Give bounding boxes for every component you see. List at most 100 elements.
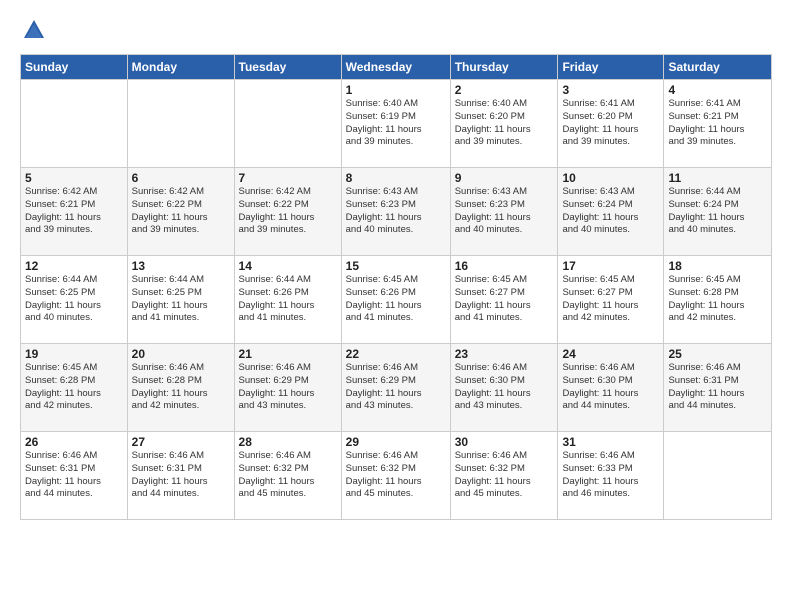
calendar-cell: 10Sunrise: 6:43 AM Sunset: 6:24 PM Dayli… — [558, 168, 664, 256]
calendar-week-row: 1Sunrise: 6:40 AM Sunset: 6:19 PM Daylig… — [21, 80, 772, 168]
day-info: Sunrise: 6:46 AM Sunset: 6:32 PM Dayligh… — [239, 450, 337, 501]
day-info: Sunrise: 6:46 AM Sunset: 6:30 PM Dayligh… — [455, 362, 554, 413]
day-number: 21 — [239, 347, 337, 361]
day-info: Sunrise: 6:43 AM Sunset: 6:23 PM Dayligh… — [455, 186, 554, 237]
weekday-header-wednesday: Wednesday — [341, 55, 450, 80]
day-info: Sunrise: 6:40 AM Sunset: 6:19 PM Dayligh… — [346, 98, 446, 149]
day-info: Sunrise: 6:41 AM Sunset: 6:21 PM Dayligh… — [668, 98, 767, 149]
calendar-cell: 20Sunrise: 6:46 AM Sunset: 6:28 PM Dayli… — [127, 344, 234, 432]
day-info: Sunrise: 6:44 AM Sunset: 6:24 PM Dayligh… — [668, 186, 767, 237]
calendar-cell: 2Sunrise: 6:40 AM Sunset: 6:20 PM Daylig… — [450, 80, 558, 168]
weekday-header-saturday: Saturday — [664, 55, 772, 80]
calendar: SundayMondayTuesdayWednesdayThursdayFrid… — [20, 54, 772, 520]
calendar-cell: 18Sunrise: 6:45 AM Sunset: 6:28 PM Dayli… — [664, 256, 772, 344]
calendar-cell: 28Sunrise: 6:46 AM Sunset: 6:32 PM Dayli… — [234, 432, 341, 520]
day-info: Sunrise: 6:43 AM Sunset: 6:24 PM Dayligh… — [562, 186, 659, 237]
day-info: Sunrise: 6:46 AM Sunset: 6:29 PM Dayligh… — [239, 362, 337, 413]
day-number: 6 — [132, 171, 230, 185]
day-info: Sunrise: 6:46 AM Sunset: 6:32 PM Dayligh… — [455, 450, 554, 501]
day-info: Sunrise: 6:46 AM Sunset: 6:31 PM Dayligh… — [25, 450, 123, 501]
day-number: 7 — [239, 171, 337, 185]
calendar-cell: 16Sunrise: 6:45 AM Sunset: 6:27 PM Dayli… — [450, 256, 558, 344]
page: SundayMondayTuesdayWednesdayThursdayFrid… — [0, 0, 792, 612]
logo-icon — [20, 16, 48, 44]
day-info: Sunrise: 6:44 AM Sunset: 6:25 PM Dayligh… — [25, 274, 123, 325]
calendar-cell: 4Sunrise: 6:41 AM Sunset: 6:21 PM Daylig… — [664, 80, 772, 168]
weekday-header-friday: Friday — [558, 55, 664, 80]
calendar-cell: 25Sunrise: 6:46 AM Sunset: 6:31 PM Dayli… — [664, 344, 772, 432]
day-number: 16 — [455, 259, 554, 273]
day-number: 27 — [132, 435, 230, 449]
day-number: 18 — [668, 259, 767, 273]
calendar-cell — [234, 80, 341, 168]
day-info: Sunrise: 6:44 AM Sunset: 6:26 PM Dayligh… — [239, 274, 337, 325]
day-number: 30 — [455, 435, 554, 449]
day-info: Sunrise: 6:45 AM Sunset: 6:27 PM Dayligh… — [562, 274, 659, 325]
day-number: 3 — [562, 83, 659, 97]
calendar-cell: 27Sunrise: 6:46 AM Sunset: 6:31 PM Dayli… — [127, 432, 234, 520]
day-number: 1 — [346, 83, 446, 97]
calendar-cell: 11Sunrise: 6:44 AM Sunset: 6:24 PM Dayli… — [664, 168, 772, 256]
day-info: Sunrise: 6:45 AM Sunset: 6:28 PM Dayligh… — [668, 274, 767, 325]
calendar-cell: 6Sunrise: 6:42 AM Sunset: 6:22 PM Daylig… — [127, 168, 234, 256]
day-number: 2 — [455, 83, 554, 97]
header — [20, 16, 772, 44]
day-info: Sunrise: 6:42 AM Sunset: 6:21 PM Dayligh… — [25, 186, 123, 237]
calendar-cell: 15Sunrise: 6:45 AM Sunset: 6:26 PM Dayli… — [341, 256, 450, 344]
day-number: 8 — [346, 171, 446, 185]
day-number: 10 — [562, 171, 659, 185]
day-info: Sunrise: 6:44 AM Sunset: 6:25 PM Dayligh… — [132, 274, 230, 325]
calendar-cell: 9Sunrise: 6:43 AM Sunset: 6:23 PM Daylig… — [450, 168, 558, 256]
calendar-cell: 1Sunrise: 6:40 AM Sunset: 6:19 PM Daylig… — [341, 80, 450, 168]
day-number: 28 — [239, 435, 337, 449]
day-number: 15 — [346, 259, 446, 273]
day-number: 29 — [346, 435, 446, 449]
day-number: 14 — [239, 259, 337, 273]
calendar-cell: 19Sunrise: 6:45 AM Sunset: 6:28 PM Dayli… — [21, 344, 128, 432]
day-number: 31 — [562, 435, 659, 449]
weekday-header-thursday: Thursday — [450, 55, 558, 80]
calendar-cell: 29Sunrise: 6:46 AM Sunset: 6:32 PM Dayli… — [341, 432, 450, 520]
day-number: 26 — [25, 435, 123, 449]
calendar-cell: 13Sunrise: 6:44 AM Sunset: 6:25 PM Dayli… — [127, 256, 234, 344]
day-info: Sunrise: 6:45 AM Sunset: 6:28 PM Dayligh… — [25, 362, 123, 413]
day-number: 5 — [25, 171, 123, 185]
calendar-cell — [127, 80, 234, 168]
calendar-week-row: 12Sunrise: 6:44 AM Sunset: 6:25 PM Dayli… — [21, 256, 772, 344]
calendar-week-row: 5Sunrise: 6:42 AM Sunset: 6:21 PM Daylig… — [21, 168, 772, 256]
calendar-week-row: 19Sunrise: 6:45 AM Sunset: 6:28 PM Dayli… — [21, 344, 772, 432]
calendar-cell: 22Sunrise: 6:46 AM Sunset: 6:29 PM Dayli… — [341, 344, 450, 432]
day-number: 20 — [132, 347, 230, 361]
day-info: Sunrise: 6:46 AM Sunset: 6:33 PM Dayligh… — [562, 450, 659, 501]
calendar-cell — [21, 80, 128, 168]
day-info: Sunrise: 6:45 AM Sunset: 6:26 PM Dayligh… — [346, 274, 446, 325]
day-number: 11 — [668, 171, 767, 185]
day-number: 22 — [346, 347, 446, 361]
weekday-header-tuesday: Tuesday — [234, 55, 341, 80]
weekday-header-row: SundayMondayTuesdayWednesdayThursdayFrid… — [21, 55, 772, 80]
calendar-cell — [664, 432, 772, 520]
day-number: 25 — [668, 347, 767, 361]
day-number: 13 — [132, 259, 230, 273]
calendar-cell: 8Sunrise: 6:43 AM Sunset: 6:23 PM Daylig… — [341, 168, 450, 256]
day-number: 4 — [668, 83, 767, 97]
calendar-week-row: 26Sunrise: 6:46 AM Sunset: 6:31 PM Dayli… — [21, 432, 772, 520]
day-number: 9 — [455, 171, 554, 185]
weekday-header-monday: Monday — [127, 55, 234, 80]
calendar-cell: 24Sunrise: 6:46 AM Sunset: 6:30 PM Dayli… — [558, 344, 664, 432]
day-info: Sunrise: 6:41 AM Sunset: 6:20 PM Dayligh… — [562, 98, 659, 149]
day-info: Sunrise: 6:42 AM Sunset: 6:22 PM Dayligh… — [132, 186, 230, 237]
weekday-header-sunday: Sunday — [21, 55, 128, 80]
day-info: Sunrise: 6:46 AM Sunset: 6:31 PM Dayligh… — [668, 362, 767, 413]
calendar-cell: 5Sunrise: 6:42 AM Sunset: 6:21 PM Daylig… — [21, 168, 128, 256]
calendar-cell: 21Sunrise: 6:46 AM Sunset: 6:29 PM Dayli… — [234, 344, 341, 432]
day-info: Sunrise: 6:43 AM Sunset: 6:23 PM Dayligh… — [346, 186, 446, 237]
day-info: Sunrise: 6:46 AM Sunset: 6:28 PM Dayligh… — [132, 362, 230, 413]
calendar-cell: 3Sunrise: 6:41 AM Sunset: 6:20 PM Daylig… — [558, 80, 664, 168]
day-info: Sunrise: 6:46 AM Sunset: 6:32 PM Dayligh… — [346, 450, 446, 501]
logo — [20, 16, 52, 44]
calendar-cell: 26Sunrise: 6:46 AM Sunset: 6:31 PM Dayli… — [21, 432, 128, 520]
day-number: 24 — [562, 347, 659, 361]
calendar-cell: 14Sunrise: 6:44 AM Sunset: 6:26 PM Dayli… — [234, 256, 341, 344]
day-number: 12 — [25, 259, 123, 273]
